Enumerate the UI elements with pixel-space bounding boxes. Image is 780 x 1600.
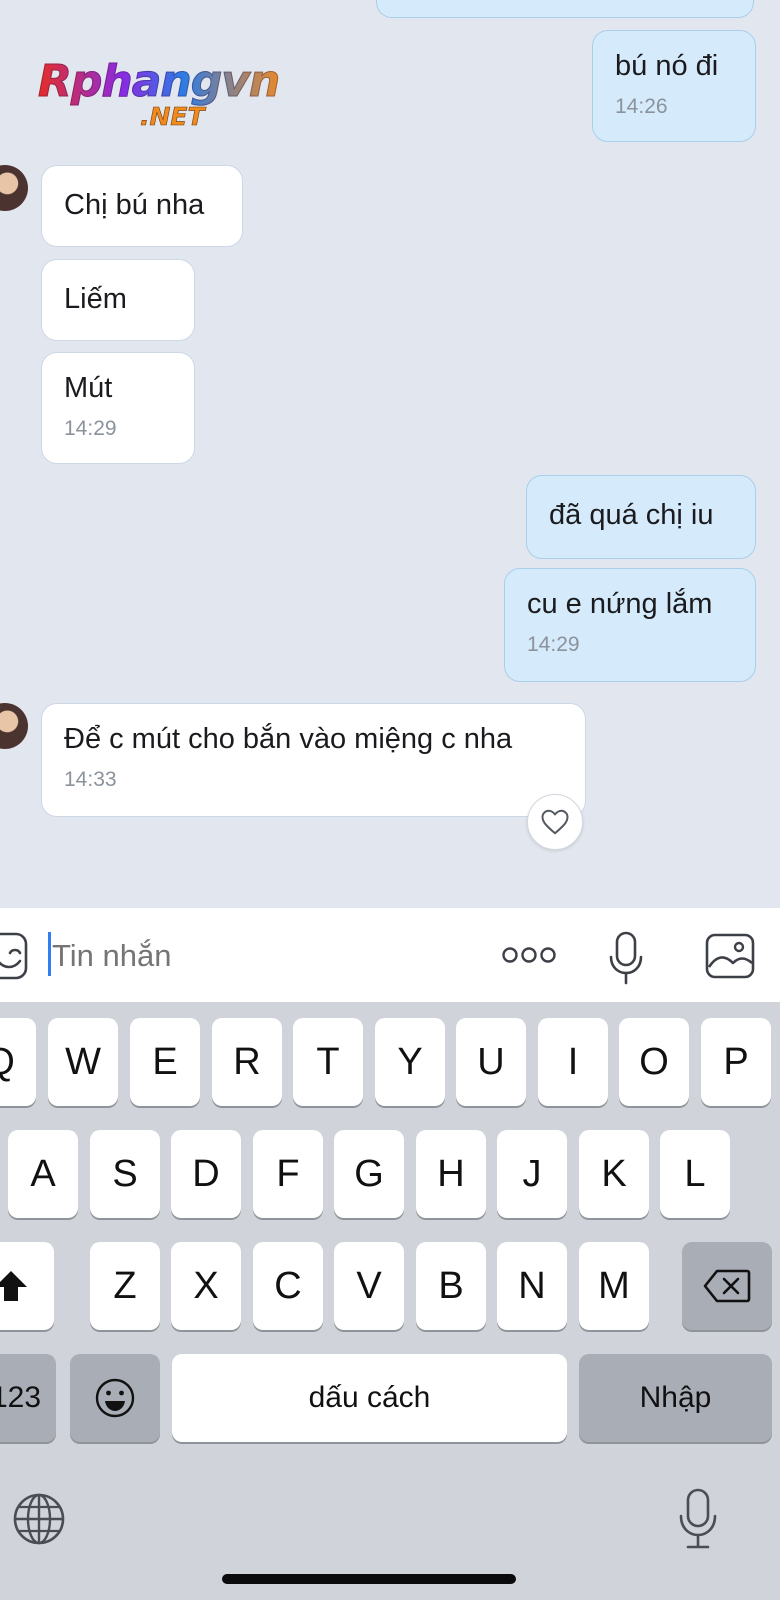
key-label: J [522,1152,542,1195]
shift-icon[interactable] [0,1242,54,1330]
message-time: 14:33 [64,768,117,791]
contact-avatar[interactable] [0,165,28,211]
key-label: Z [113,1264,137,1307]
more-dots-icon[interactable] [500,938,558,972]
key-i[interactable]: I [538,1018,608,1106]
message-bubble-outgoing[interactable]: cu e nứng lắm 14:29 [504,568,756,682]
key-label: V [356,1264,382,1307]
key-label: Y [397,1040,423,1083]
key-x[interactable]: X [171,1242,241,1330]
key-u[interactable]: U [456,1018,526,1106]
watermark-logo: Rphangvn .NET [37,56,280,136]
message-text: Liếm [64,283,127,315]
key-label: I [567,1040,579,1083]
key-label: D [192,1152,220,1195]
key-e[interactable]: E [130,1018,200,1106]
sticker-icon[interactable] [0,928,32,984]
return-key[interactable]: Nhập [579,1354,772,1442]
message-time: 14:29 [527,633,580,656]
key-k[interactable]: K [579,1130,649,1218]
heart-icon[interactable] [527,794,583,850]
message-bubble-outgoing[interactable]: đã quá chị iu [526,475,756,559]
key-t[interactable]: T [293,1018,363,1106]
message-text: đã quá chị iu [549,499,714,531]
message-text: Chị bú nha [64,189,205,221]
message-bubble-incoming[interactable]: Liếm [41,259,195,341]
numbers-key[interactable]: 123 [0,1354,56,1442]
key-a[interactable]: A [8,1130,78,1218]
key-label: F [276,1152,300,1195]
key-label: O [639,1040,669,1083]
image-icon[interactable] [704,932,756,980]
message-text: Để c mút cho bắn vào miệng c nha [64,723,513,755]
key-label: X [193,1264,219,1307]
key-m[interactable]: M [579,1242,649,1330]
key-z[interactable]: Z [90,1242,160,1330]
message-bubble-incoming[interactable]: Mút 14:29 [41,352,195,464]
key-o[interactable]: O [619,1018,689,1106]
key-label: G [354,1152,384,1195]
key-label: Nhập [639,1381,712,1414]
key-y[interactable]: Y [375,1018,445,1106]
emoji-icon[interactable] [70,1354,160,1442]
space-key[interactable]: dấu cách [172,1354,567,1442]
key-label: C [274,1264,302,1307]
key-label: U [477,1040,505,1083]
key-label: A [30,1152,56,1195]
globe-icon[interactable] [10,1490,68,1548]
key-h[interactable]: H [416,1130,486,1218]
contact-avatar[interactable] [0,703,28,749]
key-label: S [112,1152,138,1195]
key-label: B [438,1264,464,1307]
key-label: M [598,1264,630,1307]
text-caret [48,932,51,976]
microphone-icon[interactable] [604,928,648,988]
key-c[interactable]: C [253,1242,323,1330]
message-text: bú nó đi [615,50,719,82]
key-v[interactable]: V [334,1242,404,1330]
key-r[interactable]: R [212,1018,282,1106]
key-label: L [684,1152,706,1195]
key-n[interactable]: N [497,1242,567,1330]
key-label: Q [0,1041,15,1084]
key-label: 123 [0,1381,42,1414]
key-label: dấu cách [308,1381,431,1414]
key-g[interactable]: G [334,1130,404,1218]
key-w[interactable]: W [48,1018,118,1106]
key-s[interactable]: S [90,1130,160,1218]
key-label: W [65,1040,101,1083]
key-label: N [518,1264,546,1307]
key-label: E [152,1040,178,1083]
key-label: H [437,1152,465,1195]
message-text: cu e nứng lắm [527,588,713,620]
key-b[interactable]: B [416,1242,486,1330]
key-label: P [723,1040,749,1083]
watermark-main: Rphangvn [37,56,280,108]
message-bubble-incoming[interactable]: Để c mút cho bắn vào miệng c nha 14:33 [41,703,586,817]
message-time: 14:26 [615,95,668,118]
dictation-mic-icon[interactable] [676,1486,720,1552]
key-label: R [233,1040,261,1083]
watermark-sub: .NET [140,102,205,132]
message-bubble-outgoing[interactable]: bú nó đi 14:26 [592,30,756,142]
key-p[interactable]: P [701,1018,771,1106]
chat-area[interactable]: Rphangvn .NET bú nó đi 14:26 Chị bú nha … [0,0,780,908]
home-indicator[interactable] [222,1574,516,1584]
onscreen-keyboard: Q W E R T Y U I O P A S D F G H J K L Z … [0,1002,780,1600]
message-input[interactable] [52,937,472,975]
message-bubble-incoming[interactable]: Chị bú nha [41,165,243,247]
message-text: Mút [64,372,113,404]
key-d[interactable]: D [171,1130,241,1218]
backspace-icon[interactable] [682,1242,772,1330]
key-j[interactable]: J [497,1130,567,1218]
key-l[interactable]: L [660,1130,730,1218]
key-q[interactable]: Q [0,1018,36,1106]
message-time: 14:29 [64,417,117,440]
key-label: K [601,1152,627,1195]
key-label: T [316,1040,340,1083]
key-f[interactable]: F [253,1130,323,1218]
message-bubble-partial[interactable] [376,0,754,18]
